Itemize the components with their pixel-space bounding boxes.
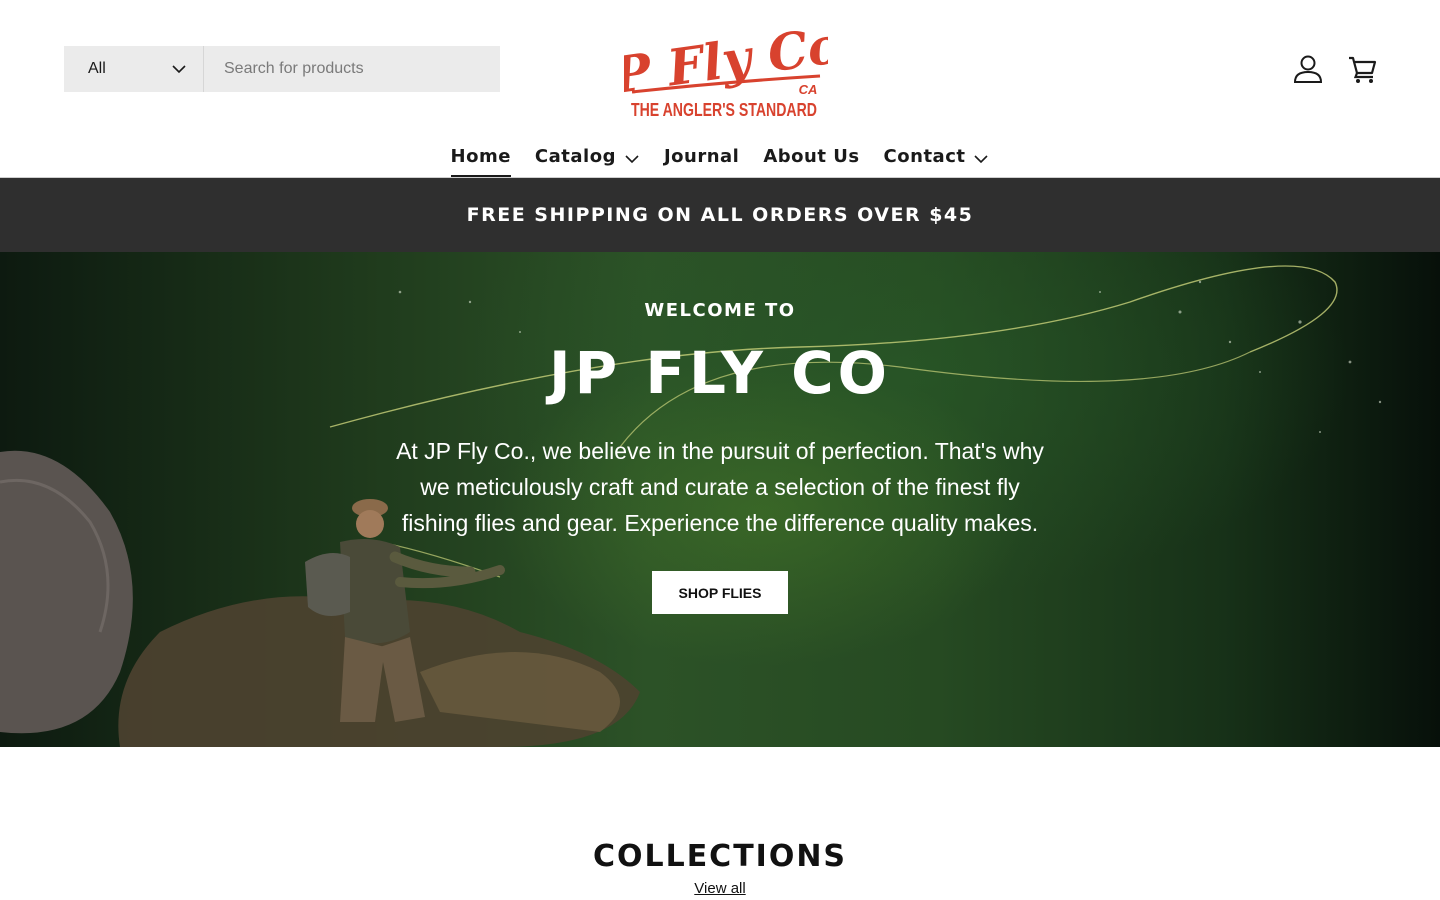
chevron-down-icon — [625, 155, 639, 164]
nav-item-contact[interactable]: Contact — [884, 138, 990, 178]
account-button[interactable] — [1289, 50, 1327, 88]
logo-graphic: JP Fly Co. CA THE ANGLER'S STANDARD — [578, 13, 861, 120]
search-category-select[interactable]: All — [64, 46, 203, 92]
cart-icon — [1349, 56, 1377, 83]
cart-button[interactable] — [1344, 50, 1382, 88]
logo-country: CA — [799, 82, 818, 97]
nav-item-about-us[interactable]: About Us — [763, 138, 859, 178]
nav-item-label: Catalog — [534, 146, 616, 167]
account-icon — [1293, 55, 1323, 83]
hero-title: JP FLY CO — [549, 339, 891, 407]
chevron-down-icon — [974, 155, 989, 164]
search-category-label: All — [88, 60, 106, 77]
collections-section: COLLECTIONS View all — [0, 747, 1440, 900]
nav-item-catalog[interactable]: Catalog — [535, 138, 640, 178]
nav-item-label: About Us — [763, 146, 860, 167]
nav-item-label: Home — [450, 146, 511, 167]
announcement-text: FREE SHIPPING ON ALL ORDERS OVER $45 — [466, 204, 974, 226]
collections-title: COLLECTIONS — [592, 839, 848, 874]
chevron-down-icon — [172, 65, 186, 74]
nav-item-journal[interactable]: Journal — [664, 138, 739, 178]
hero-eyebrow: WELCOME TO — [644, 300, 796, 321]
announcement-bar: FREE SHIPPING ON ALL ORDERS OVER $45 — [0, 178, 1440, 252]
search-bar: All — [64, 46, 500, 92]
hero-content: WELCOME TO JP FLY CO At JP Fly Co., we b… — [0, 252, 1440, 747]
view-all-link[interactable]: View all — [694, 880, 745, 897]
logo-tagline: THE ANGLER'S STANDARD — [631, 100, 817, 120]
shop-flies-button[interactable]: SHOP FLIES — [652, 571, 788, 614]
search-input[interactable] — [204, 46, 500, 92]
nav-item-label: Journal — [663, 146, 740, 167]
nav-item-label: Contact — [883, 146, 966, 167]
brand-logo[interactable]: JP Fly Co. CA THE ANGLER'S STANDARD — [578, 13, 861, 124]
hero-banner: WELCOME TO JP FLY CO At JP Fly Co., we b… — [0, 252, 1440, 747]
hero-description: At JP Fly Co., we believe in the pursuit… — [396, 438, 1044, 536]
main-nav: Home Catalog Journal About Us Contact — [0, 138, 1440, 178]
nav-item-home[interactable]: Home — [450, 138, 512, 178]
logo-script: JP Fly Co. — [624, 14, 828, 110]
site-header: All JP Fly Co. CA THE ANGLER'S STANDARD … — [0, 0, 1440, 178]
